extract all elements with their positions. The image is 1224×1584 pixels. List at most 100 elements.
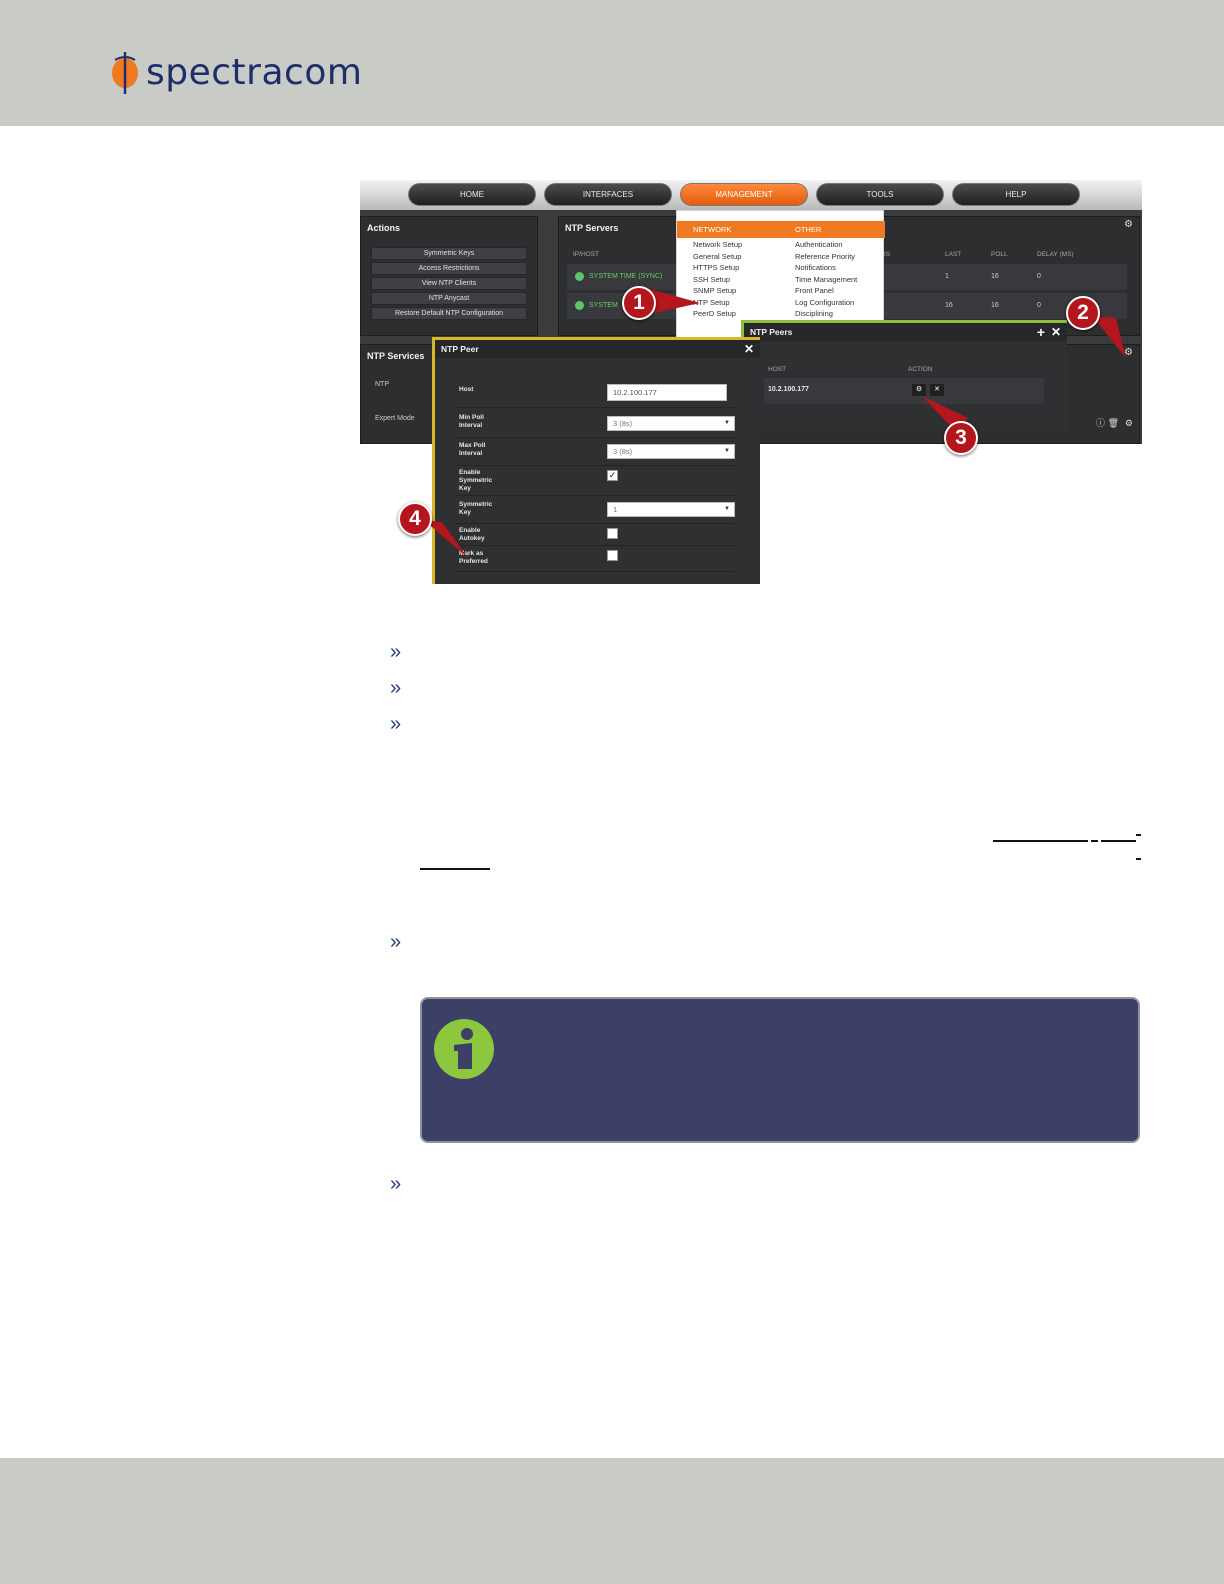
ntp-peer-window: NTP Peer ✕ Host 10.2.100.177 Min Poll In… — [432, 337, 760, 584]
peer-host: 10.2.100.177 — [768, 386, 809, 393]
enable-symmetric-label: Enable Symmetric Key — [459, 469, 493, 492]
ntp-peer-form: Host 10.2.100.177 Min Poll Interval 3 (8… — [435, 358, 760, 584]
status-dot-icon — [575, 301, 584, 310]
status-dot-icon — [575, 272, 584, 281]
bullet-marker: » — [390, 677, 402, 699]
server-host: SYSTEM TIME (SYNC) — [589, 273, 663, 280]
ntp-anycast-button[interactable]: NTP Anycast — [371, 292, 527, 305]
nav-tab-interfaces[interactable]: INTERFACES — [544, 183, 672, 206]
server-last: 1 — [945, 273, 949, 280]
callout-2: 2 — [1066, 296, 1100, 330]
trash-icon[interactable]: 🗑 — [1108, 418, 1119, 429]
ntp-peers-titlebar: NTP Peers + ✕ — [744, 323, 1067, 341]
access-restrictions-button[interactable]: Access Restrictions — [371, 262, 527, 275]
chevron-down-icon: ▼ — [724, 506, 730, 512]
menu-item-time-management[interactable]: Time Management — [795, 275, 857, 284]
bullet-marker: » — [390, 713, 402, 735]
info-icon[interactable]: ⓘ — [1096, 416, 1105, 429]
service-ntp: NTP — [375, 381, 389, 388]
link-underline — [1136, 834, 1141, 836]
server-delay: 0 — [1037, 273, 1041, 280]
ntp-peer-title: NTP Peer — [441, 344, 479, 354]
host-input[interactable]: 10.2.100.177 — [607, 384, 727, 401]
ntp-peers-window: NTP Peers + ✕ HOST ACTION 10.2.100.177 ⚙… — [741, 320, 1067, 430]
form-row-symmetric-key: Symmetric Key 1 ▼ — [455, 496, 735, 524]
callout-1: 1 — [622, 286, 656, 320]
link-underline — [1101, 840, 1136, 842]
view-ntp-clients-button[interactable]: View NTP Clients — [371, 277, 527, 290]
link-underline — [993, 840, 1088, 842]
col-header-action: ACTION — [908, 366, 933, 373]
info-note-box — [420, 997, 1140, 1143]
add-peer-icon[interactable]: + — [1037, 323, 1045, 341]
chevron-down-icon: ▼ — [724, 420, 730, 426]
col-header-host: HOST — [768, 366, 787, 373]
main-nav-bar: HOME INTERFACES MANAGEMENT TOOLS HELP — [360, 180, 1142, 210]
symmetric-key-label: Symmetric Key — [459, 501, 493, 516]
max-poll-select[interactable]: 3 (8s) ▼ — [607, 444, 735, 459]
menu-header-network: NETWORK — [693, 225, 732, 234]
nav-tab-tools[interactable]: TOOLS — [816, 183, 944, 206]
symmetric-key-value: 1 — [613, 505, 618, 514]
table-row: 10.2.100.177 ⚙ ✕ — [764, 378, 1044, 404]
max-poll-value: 3 (8s) — [613, 447, 633, 456]
ntp-peers-title: NTP Peers — [750, 327, 793, 337]
management-dropdown-menu: NETWORK OTHER Network Setup General Setu… — [676, 210, 885, 338]
gear-icon[interactable]: ⚙ — [1124, 219, 1133, 230]
ntp-services-title: NTP Services — [367, 351, 425, 361]
ntp-servers-title: NTP Servers — [565, 223, 619, 233]
page-footer-band — [0, 1458, 1224, 1584]
form-row-min-poll: Min Poll Interval 3 (8s) ▼ — [455, 410, 735, 438]
menu-item-log-configuration[interactable]: Log Configuration — [795, 298, 854, 307]
close-icon[interactable]: ✕ — [1051, 323, 1061, 341]
server-delay: 0 — [1037, 302, 1041, 309]
menu-item-general-setup[interactable]: General Setup — [693, 252, 741, 261]
link-underline — [1091, 840, 1098, 842]
form-row-mark-preferred: Mark as Preferred — [455, 546, 735, 572]
restore-default-ntp-button[interactable]: Restore Default NTP Configuration — [371, 307, 527, 320]
actions-panel: Actions Symmetric Keys Access Restrictio… — [360, 216, 538, 336]
menu-item-front-panel[interactable]: Front Panel — [795, 286, 834, 295]
menu-item-notifications[interactable]: Notifications — [795, 263, 836, 272]
menu-item-https-setup[interactable]: HTTPS Setup — [693, 263, 739, 272]
symmetric-keys-button[interactable]: Symmetric Keys — [371, 247, 527, 260]
col-header-last: LAST — [945, 251, 962, 258]
link-underline — [1136, 858, 1141, 860]
mark-preferred-checkbox[interactable] — [607, 550, 618, 561]
form-row-enable-autokey: Enable Autokey — [455, 524, 735, 546]
enable-autokey-checkbox[interactable] — [607, 528, 618, 539]
host-label: Host — [459, 386, 474, 393]
symmetric-key-select[interactable]: 1 ▼ — [607, 502, 735, 517]
callout-4: 4 — [398, 502, 432, 536]
col-header-delay: DELAY (MS) — [1037, 251, 1074, 258]
service-expert-mode: Expert Mode — [375, 415, 415, 422]
actions-title: Actions — [367, 223, 401, 233]
menu-item-reference-priority[interactable]: Reference Priority — [795, 252, 855, 261]
logo-mark-icon — [110, 50, 142, 94]
col-header-iphost: IP/HOST — [573, 251, 600, 258]
min-poll-select[interactable]: 3 (8s) ▼ — [607, 416, 735, 431]
server-poll: 16 — [991, 302, 999, 309]
min-poll-value: 3 (8s) — [613, 419, 633, 428]
menu-item-ssh-setup[interactable]: SSH Setup — [693, 275, 730, 284]
server-host: SYSTEM — [589, 302, 618, 309]
chevron-down-icon: ▼ — [724, 448, 730, 454]
nav-tab-management[interactable]: MANAGEMENT — [680, 183, 808, 206]
menu-header-other: OTHER — [795, 225, 822, 234]
form-row-max-poll: Max Poll Interval 3 (8s) ▼ — [455, 438, 735, 466]
enable-symmetric-checkbox[interactable]: ✓ — [607, 470, 618, 481]
nav-tab-help[interactable]: HELP — [952, 183, 1080, 206]
bullet-marker: » — [390, 1173, 402, 1195]
server-poll: 16 — [991, 273, 999, 280]
form-row-enable-symmetric: Enable Symmetric Key ✓ — [455, 466, 735, 496]
ntp-peer-titlebar: NTP Peer ✕ — [435, 340, 760, 358]
nav-tab-home[interactable]: HOME — [408, 183, 536, 206]
close-icon[interactable]: ✕ — [744, 340, 754, 358]
max-poll-label: Max Poll Interval — [459, 442, 486, 457]
menu-item-authentication[interactable]: Authentication — [795, 240, 843, 249]
callout-pointer-1-icon — [650, 289, 700, 313]
menu-item-disciplining[interactable]: Disciplining — [795, 309, 833, 318]
callout-3: 3 — [944, 421, 978, 455]
gear-icon[interactable]: ⚙ — [1125, 418, 1133, 429]
menu-item-network-setup[interactable]: Network Setup — [693, 240, 742, 249]
